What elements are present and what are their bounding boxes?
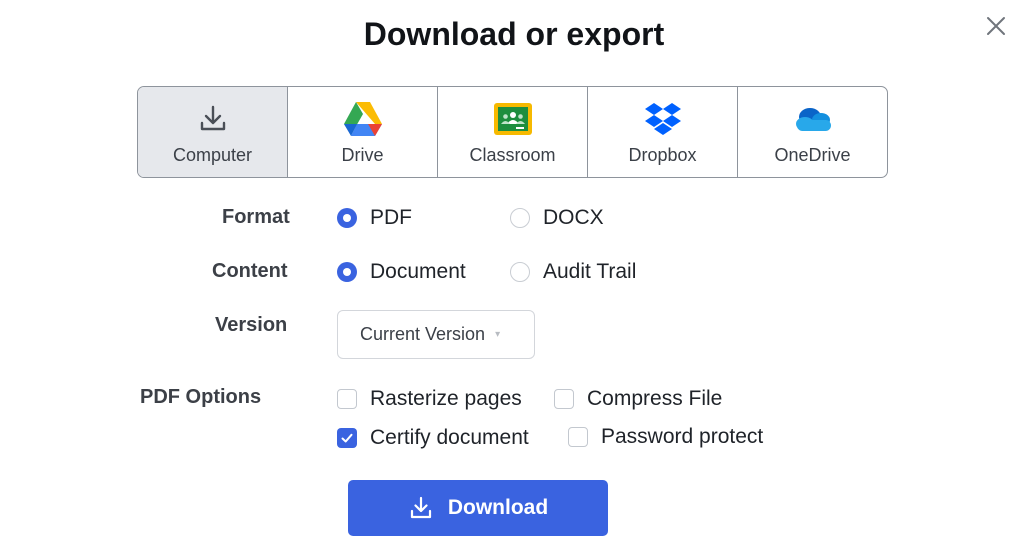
format-docx-label: DOCX: [543, 206, 604, 229]
compress-checkbox[interactable]: [554, 389, 574, 409]
content-document-radio[interactable]: [337, 262, 357, 282]
content-label: Content: [212, 260, 288, 282]
tab-onedrive[interactable]: OneDrive: [737, 87, 887, 177]
google-classroom-icon: [493, 99, 533, 139]
dialog-title: Download or export: [363, 16, 665, 52]
format-option-pdf[interactable]: PDF: [337, 206, 412, 230]
tab-dropbox-label: Dropbox: [628, 145, 697, 165]
content-audit-trail-radio[interactable]: [510, 262, 530, 282]
tab-computer-label: Computer: [172, 145, 253, 165]
pdf-option-certify[interactable]: Certify document: [337, 426, 529, 450]
tab-onedrive-label: OneDrive: [774, 145, 851, 165]
password-checkbox[interactable]: [568, 427, 588, 447]
download-button[interactable]: Download: [348, 480, 608, 536]
format-label: Format: [222, 206, 290, 228]
format-pdf-label: PDF: [370, 206, 412, 229]
google-drive-icon: [343, 99, 383, 139]
password-label: Password protect: [601, 425, 764, 448]
pdf-option-compress[interactable]: Compress File: [554, 387, 722, 411]
rasterize-label: Rasterize pages: [370, 387, 522, 410]
tab-drive-label: Drive: [341, 145, 384, 165]
tab-computer[interactable]: Computer: [138, 87, 287, 177]
dropbox-icon: [643, 99, 683, 139]
pdf-option-password[interactable]: Password protect: [568, 425, 763, 449]
tab-classroom-label: Classroom: [469, 145, 556, 165]
content-option-audit-trail[interactable]: Audit Trail: [510, 260, 636, 284]
tab-classroom[interactable]: Classroom: [437, 87, 587, 177]
tab-dropbox[interactable]: Dropbox: [587, 87, 737, 177]
version-label: Version: [215, 314, 288, 336]
onedrive-icon: [793, 99, 833, 139]
pdf-option-rasterize[interactable]: Rasterize pages: [337, 387, 522, 411]
certify-label: Certify document: [370, 426, 529, 449]
content-document-label: Document: [370, 260, 466, 283]
tab-drive[interactable]: Drive: [287, 87, 437, 177]
compress-label: Compress File: [587, 387, 723, 410]
format-docx-radio[interactable]: [510, 208, 530, 228]
format-pdf-radio[interactable]: [337, 208, 357, 228]
checkmark-icon: [341, 433, 353, 443]
rasterize-checkbox[interactable]: [337, 389, 357, 409]
content-audit-trail-label: Audit Trail: [543, 260, 637, 283]
destination-tabs: Computer Drive Classroom Dropbox OneDriv…: [137, 86, 888, 178]
version-select-value: Current Version: [360, 324, 486, 344]
version-select[interactable]: Current Version ▾: [337, 310, 535, 359]
pdf-options-label: PDF Options: [140, 386, 262, 408]
chevron-down-icon: ▾: [495, 329, 501, 340]
download-icon: [193, 99, 233, 139]
content-option-document[interactable]: Document: [337, 260, 466, 284]
download-icon: [410, 496, 431, 519]
certify-checkbox[interactable]: [337, 428, 357, 448]
format-option-docx[interactable]: DOCX: [510, 206, 604, 230]
download-button-label: Download: [447, 496, 549, 519]
close-icon[interactable]: [984, 14, 1008, 38]
